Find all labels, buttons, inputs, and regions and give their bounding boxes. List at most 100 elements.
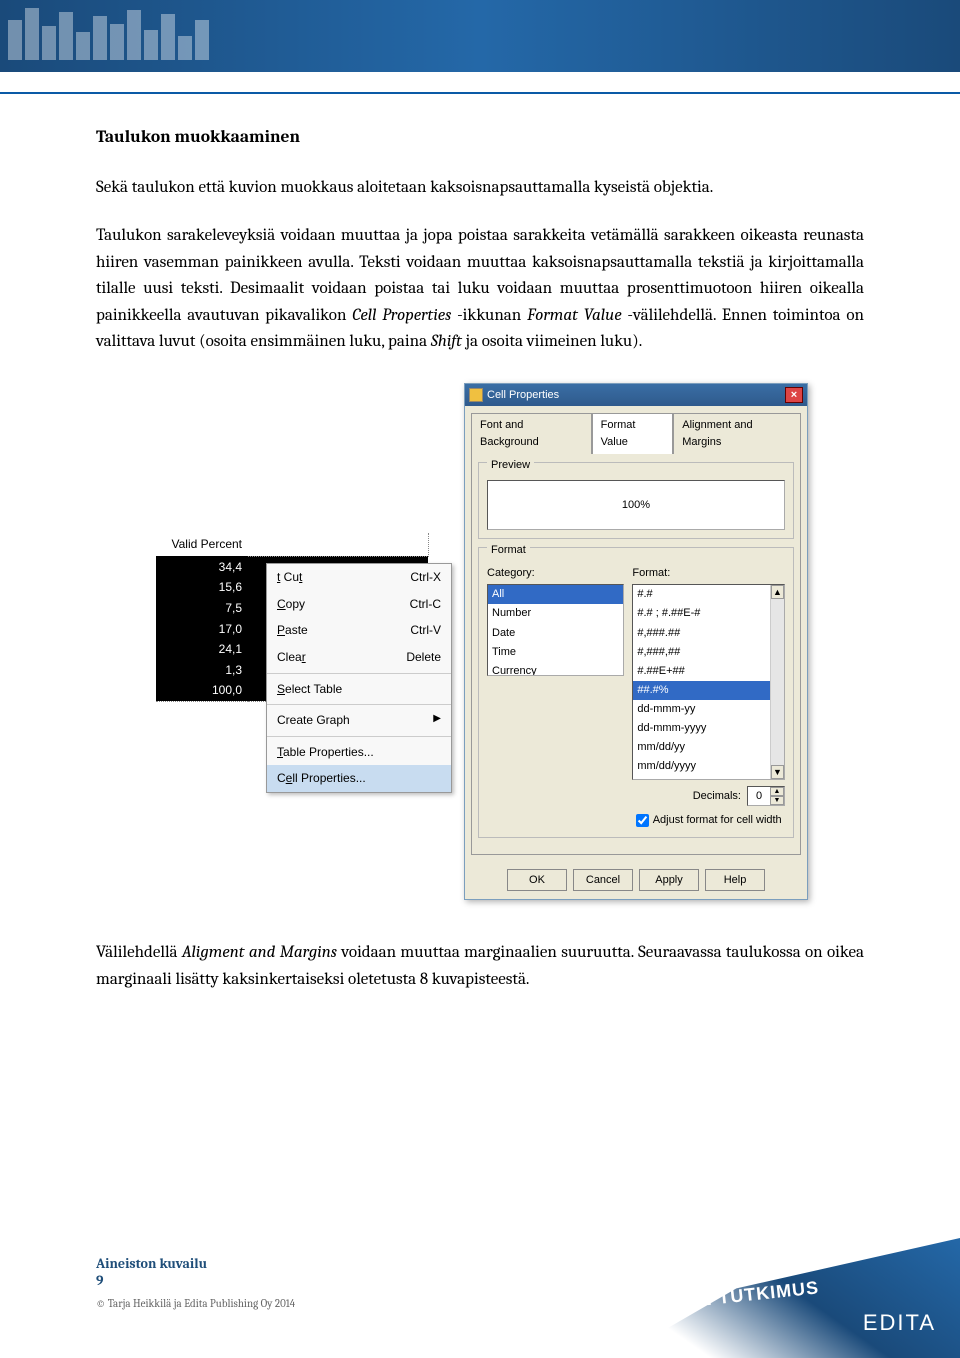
context-menu-create-graph[interactable]: Create Graph ▶ [267,707,451,734]
table-cell[interactable]: 15,6 [156,577,248,598]
format-listbox[interactable]: #.# #.# ; #.##E-# #,###.## #,###,## #.##… [632,584,785,780]
format-option[interactable]: #.# ; #.##E-# [633,604,784,623]
close-icon[interactable]: × [785,387,803,403]
preview-fieldset: Preview 100% [478,462,794,539]
ok-button[interactable]: OK [507,869,567,891]
submenu-arrow-icon: ▶ [433,711,441,730]
tab-format-value[interactable]: Format Value [592,413,674,454]
p3-italic-alignment-margins: Aligment and Margins [182,943,337,962]
adjust-format-label: Adjust format for cell width [653,812,782,829]
cell-properties-dialog: Cell Properties × Font and Background Fo… [464,383,808,900]
format-legend: Format [487,542,530,559]
dialog-tabs: Font and Background Format Value Alignme… [471,412,801,453]
footer-copyright: © Tarja Heikkilä ja Edita Publishing Oy … [96,1297,295,1310]
header-divider [0,92,960,94]
spin-down-icon[interactable]: ▼ [770,796,784,805]
context-menu-cut[interactable]: t CutCtrl-X [267,564,451,591]
header-bar-graphic [0,0,960,60]
decimals-input[interactable] [748,787,770,805]
tab-alignment-margins[interactable]: Alignment and Margins [673,413,801,454]
footer-page-number: 9 [96,1272,295,1289]
adjust-row: Adjust format for cell width [632,812,785,829]
dialog-icon [469,388,483,402]
p2-text-b: -ikkunan [457,306,527,325]
format-fieldset: Format Category: All Number Date Time Cu… [478,547,794,838]
table-cell[interactable]: 24,1 [156,639,248,660]
figure-row: Valid Percent 34,4 15,6 7,5 17,0 24,1 1,… [156,383,864,900]
spin-up-icon[interactable]: ▲ [770,787,784,796]
footer-banner: TILASTOLLINEN TUTKIMUS EDITA [530,1238,960,1358]
dialog-button-row: OK Cancel Apply Help [465,861,807,899]
p2-italic-shift: Shift [431,332,462,351]
scroll-down-icon[interactable]: ▼ [771,765,784,779]
category-listbox[interactable]: All Number Date Time Currency [487,584,624,676]
scroll-up-icon[interactable]: ▲ [771,585,784,599]
format-option[interactable]: #,###.## [633,624,784,643]
category-option-all[interactable]: All [488,585,623,604]
format-option[interactable]: mm/dd/yy [633,738,784,757]
footer-publisher-logo: EDITA [863,1310,936,1336]
context-menu-clear[interactable]: ClearDelete [267,644,451,671]
context-menu-copy[interactable]: CopyCtrl-C [267,591,451,618]
decimals-row: Decimals: ▲▼ [632,786,785,806]
p3-text-a: Välilehdellä [96,943,182,962]
format-option[interactable]: #.# [633,585,784,604]
table-cell[interactable]: 7,5 [156,598,248,619]
context-menu-select-table[interactable]: Select Table [267,676,451,703]
context-menu-cell-properties[interactable]: Cell Properties... [267,765,451,792]
scrollbar[interactable]: ▲ ▼ [770,585,784,779]
preview-box: 100% [487,480,785,530]
decimals-label: Decimals: [693,788,741,805]
table-cell[interactable]: 1,3 [156,660,248,681]
p2-italic-format-value: Format Value [527,306,622,325]
section-heading: Taulukon muokkaaminen [96,124,864,151]
category-option-currency[interactable]: Currency [488,662,623,677]
category-option-number[interactable]: Number [488,604,623,623]
format-option[interactable]: dd.mm.yy [633,776,784,781]
dialog-body: Preview 100% Format Category: All Number [471,453,801,855]
p2-text-d: ja osoita viimeinen luku). [466,332,643,351]
document-body: Taulukon muokkaaminen Sekä taulukon että… [0,72,960,993]
table-cell[interactable]: 17,0 [156,619,248,640]
category-option-date[interactable]: Date [488,624,623,643]
context-menu-separator [267,736,451,737]
dialog-title: Cell Properties [487,387,559,404]
spss-table-excerpt: Valid Percent 34,4 15,6 7,5 17,0 24,1 1,… [156,533,446,719]
tab-font-background[interactable]: Font and Background [471,413,592,454]
context-menu-table-properties[interactable]: Table Properties... [267,739,451,766]
shortcut-paste: Ctrl-V [410,621,441,640]
format-option[interactable]: #,###,## [633,643,784,662]
preview-legend: Preview [487,457,534,474]
shortcut-copy: Ctrl-C [410,595,441,614]
category-option-time[interactable]: Time [488,643,623,662]
format-option-selected[interactable]: ##.#% [633,681,784,700]
context-menu: t CutCtrl-X CopyCtrl-C PasteCtrl-V Clear… [266,563,452,793]
page-header-strip [0,0,960,72]
help-button[interactable]: Help [705,869,765,891]
format-option[interactable]: dd-mmm-yyyy [633,719,784,738]
table-cell[interactable]: 100,0 [156,680,248,701]
format-option[interactable]: #.##E+## [633,662,784,681]
context-menu-separator [267,704,451,705]
category-label: Category: [487,565,624,582]
adjust-format-checkbox[interactable] [636,814,649,827]
paragraph-2: Taulukon sarakeleveyksiä voidaan muuttaa… [96,223,864,355]
create-graph-label: Create Graph [277,711,350,730]
format-label: Format: [632,565,785,582]
apply-button[interactable]: Apply [639,869,699,891]
context-menu-paste[interactable]: PasteCtrl-V [267,617,451,644]
dialog-titlebar[interactable]: Cell Properties × [465,384,807,406]
format-option[interactable]: mm/dd/yyyy [633,757,784,776]
footer-title: Aineiston kuvailu [96,1255,295,1272]
preview-value: 100% [622,497,650,514]
paragraph-1: Sekä taulukon että kuvion muokkaus aloit… [96,175,864,201]
p2-italic-cell-properties: Cell Properties [352,306,451,325]
context-menu-separator [267,673,451,674]
column-header-valid-percent: Valid Percent [156,533,248,556]
format-option[interactable]: dd-mmm-yy [633,700,784,719]
page-footer: Aineiston kuvailu 9 © Tarja Heikkilä ja … [96,1255,295,1310]
paragraph-3: Välilehdellä Aligment and Margins voidaa… [96,940,864,993]
decimals-spinner[interactable]: ▲▼ [747,786,785,806]
table-cell[interactable]: 34,4 [156,556,248,577]
cancel-button[interactable]: Cancel [573,869,633,891]
